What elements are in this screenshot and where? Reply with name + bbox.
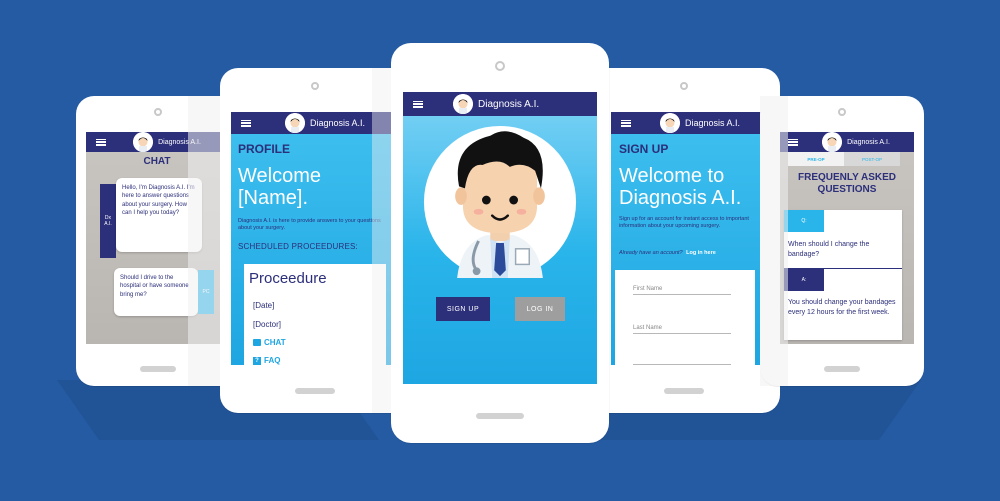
faq-card: Q: When should I change the bandage? A: … bbox=[784, 210, 902, 340]
phone-home-button bbox=[295, 388, 335, 394]
faq-link[interactable]: ? FAQ bbox=[253, 356, 280, 365]
scheduled-label: SCHEDULED PROCEEDURES: bbox=[238, 242, 358, 251]
menu-icon[interactable] bbox=[621, 119, 631, 127]
doctor-logo-icon bbox=[133, 132, 154, 152]
brand: Diagnosis A.I. bbox=[659, 113, 741, 133]
phone-home: Diagnosis A.I. SIGN UP LOG IN bbox=[391, 43, 609, 443]
doctor-logo-icon bbox=[284, 113, 305, 133]
faq-answer: You should change your bandages every 12… bbox=[788, 299, 896, 317]
signup-screen: Diagnosis A.I. SIGN UP Welcome to Diagno… bbox=[611, 112, 769, 365]
phone-camera bbox=[495, 61, 505, 71]
brand-name: Diagnosis A.I. bbox=[309, 118, 366, 128]
email-field[interactable] bbox=[633, 364, 731, 365]
phone-home-button bbox=[664, 388, 704, 394]
faq-topbar: Diagnosis A.I. bbox=[780, 132, 914, 152]
phone-fade-right bbox=[760, 96, 788, 386]
chat-link-label: CHAT bbox=[264, 338, 286, 347]
brand-name: Diagnosis A.I. bbox=[478, 98, 540, 110]
first-name-field[interactable]: First Name bbox=[633, 286, 731, 295]
faq-link-label: FAQ bbox=[264, 356, 281, 365]
already-account: Already have an account? Log in here bbox=[619, 250, 716, 256]
brand-name: Diagnosis A.I. bbox=[847, 138, 890, 146]
signup-welcome: Welcome to Diagnosis A.I. bbox=[619, 165, 742, 209]
brand: Diagnosis A.I. bbox=[284, 113, 366, 133]
phone-home-button bbox=[476, 413, 524, 419]
phone-camera bbox=[311, 82, 319, 90]
signup-button[interactable]: SIGN UP bbox=[436, 297, 490, 321]
home-topbar: Diagnosis A.I. bbox=[403, 92, 597, 116]
signup-title: SIGN UP bbox=[619, 142, 669, 156]
phone-signup: Diagnosis A.I. SIGN UP Welcome to Diagno… bbox=[588, 68, 780, 413]
chat-bubble-icon bbox=[253, 339, 261, 346]
home-screen: Diagnosis A.I. SIGN UP LOG IN bbox=[403, 92, 597, 384]
procedure-card-title: Proceedure bbox=[249, 270, 327, 287]
brand: Diagnosis A.I. bbox=[453, 94, 539, 114]
menu-icon[interactable] bbox=[96, 138, 106, 146]
faq-screen: Diagnosis A.I. PRE-OP POST-OP FREQUENLY … bbox=[780, 132, 914, 344]
login-here-link[interactable]: Log in here bbox=[686, 250, 716, 256]
doctor-illustration bbox=[423, 125, 577, 279]
signup-topbar: Diagnosis A.I. bbox=[611, 112, 769, 134]
question-icon: ? bbox=[253, 356, 261, 365]
login-button[interactable]: LOG IN bbox=[515, 297, 565, 321]
faq-question[interactable]: When should I change the bandage? bbox=[788, 240, 896, 260]
chat-link[interactable]: CHAT bbox=[253, 338, 286, 347]
question-badge: Q: bbox=[784, 210, 824, 232]
procedure-doctor: [Doctor] bbox=[253, 320, 282, 329]
profile-title: PROFILE bbox=[238, 142, 291, 156]
answer-badge: A: bbox=[784, 269, 824, 291]
tab-postop[interactable]: POST-OP bbox=[844, 152, 900, 166]
phone-home-button bbox=[140, 366, 176, 372]
procedure-card: Proceedure [Date] [Doctor] CHAT ? FAQ bbox=[244, 264, 386, 365]
tab-preop[interactable]: PRE-OP bbox=[788, 152, 844, 166]
faq-tabs: PRE-OP POST-OP bbox=[788, 152, 900, 166]
brand: Diagnosis A.I. bbox=[822, 132, 890, 152]
doctor-logo-icon bbox=[453, 94, 473, 114]
profile-welcome: Welcome [Name]. bbox=[238, 165, 321, 209]
faq-title: FREQUENLY ASKED QUESTIONS bbox=[798, 172, 896, 195]
phone-camera bbox=[154, 108, 162, 116]
doctor-logo-icon bbox=[822, 132, 843, 152]
user-message: Should I drive to the hospital or have s… bbox=[114, 268, 198, 316]
already-account-text: Already have an account? bbox=[619, 250, 683, 256]
brand-name: Diagnosis A.I. bbox=[684, 118, 741, 128]
phone-camera bbox=[680, 82, 688, 90]
last-name-field[interactable]: Last Name bbox=[633, 325, 731, 334]
doctor-logo-icon bbox=[659, 113, 680, 133]
profile-intro: Diagnosis A.I. is here to provide answer… bbox=[238, 218, 381, 232]
ai-avatar: Dx A.I. bbox=[100, 184, 116, 258]
menu-icon[interactable] bbox=[788, 138, 798, 146]
phone-camera bbox=[838, 108, 846, 116]
menu-icon[interactable] bbox=[241, 119, 251, 127]
phone-home-button bbox=[824, 366, 860, 372]
user-message-text: Should I drive to the hospital or have s… bbox=[120, 275, 189, 298]
signup-intro: Sign up for an account for instant acces… bbox=[619, 216, 749, 230]
menu-icon[interactable] bbox=[413, 100, 423, 108]
procedure-date: [Date] bbox=[253, 301, 275, 310]
signup-form: First Name Last Name bbox=[615, 270, 755, 365]
